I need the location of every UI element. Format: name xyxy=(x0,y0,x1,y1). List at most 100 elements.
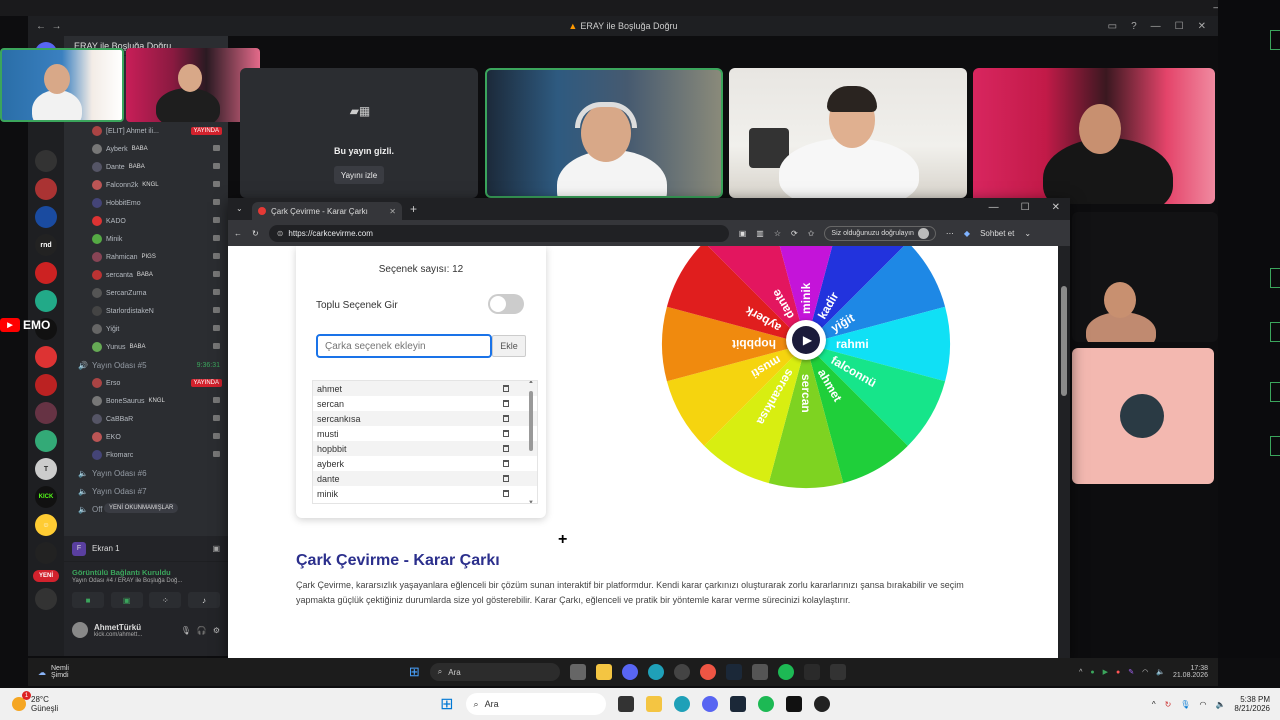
maximize-icon[interactable]: ☐ xyxy=(1175,21,1184,32)
voice-member[interactable]: HobbitEmo xyxy=(64,194,228,212)
voice-member[interactable]: StarlordistakeN xyxy=(64,302,228,320)
activity-button[interactable]: ⁘ xyxy=(149,592,182,608)
trash-icon[interactable] xyxy=(503,400,509,407)
voice-member[interactable]: Yunus BABA xyxy=(64,338,228,356)
scroll-down-icon[interactable]: ▼ xyxy=(528,500,534,503)
tray-overflow-icon[interactable]: ^ xyxy=(1079,669,1082,676)
voice-member[interactable]: Falconn2k KNGL xyxy=(64,176,228,194)
bulk-entry-toggle[interactable] xyxy=(488,294,524,314)
hidden-stream-tile[interactable]: ▰▦ Bu yayın gizli. Yayını izle xyxy=(240,68,478,198)
wheel-svg[interactable]: kadiryiğitrahmifalconnüahmetsercansercan… xyxy=(658,246,958,492)
app-icon[interactable] xyxy=(673,664,690,680)
favorites-icon[interactable]: ✩ xyxy=(808,229,815,238)
file-explorer-icon[interactable] xyxy=(645,696,662,712)
voice-channel-7[interactable]: 🔈 Yayın Odası #7 xyxy=(64,482,228,500)
tray-overflow-icon[interactable]: ^ xyxy=(1152,700,1156,709)
tray-icon[interactable]: ▶ xyxy=(1103,668,1108,676)
help-icon[interactable]: ? xyxy=(1131,21,1137,32)
decision-wheel[interactable]: kadir yiğit rahmi falconnü ahmet sercan sercan… xyxy=(658,246,958,492)
minimize-icon[interactable]: — xyxy=(1151,21,1161,32)
trash-icon[interactable] xyxy=(503,460,509,467)
server-icon[interactable] xyxy=(35,178,57,200)
steam-icon[interactable] xyxy=(729,696,746,712)
volume-icon[interactable]: 🔈 xyxy=(1156,668,1165,676)
voice-member[interactable]: [ELIT] Ahmet ili... YAYINDA xyxy=(64,122,228,140)
verify-identity-button[interactable]: Siz olduğunuzu doğrulayın xyxy=(824,225,936,241)
add-button[interactable]: Ekle xyxy=(492,335,526,357)
clock-date[interactable]: 21.08.2026 xyxy=(1173,672,1208,679)
voice-member[interactable]: sercanta BABA xyxy=(64,266,228,284)
trash-icon[interactable] xyxy=(503,430,509,437)
app-icon[interactable] xyxy=(751,664,768,680)
server-icon-kick[interactable]: KICK xyxy=(35,486,57,508)
taskbar-search[interactable]: ⌕ Ara xyxy=(429,663,560,681)
trash-icon[interactable] xyxy=(503,385,509,392)
app-icon[interactable] xyxy=(813,696,830,712)
voice-member[interactable]: EKO xyxy=(64,428,228,446)
chrome-icon[interactable] xyxy=(699,664,716,680)
tab-search-icon[interactable]: ⌄ xyxy=(236,204,243,213)
clock-date[interactable]: 8/21/2026 xyxy=(1234,704,1270,713)
inbox-icon[interactable]: ▭ xyxy=(1108,21,1117,32)
new-tab-icon[interactable]: + xyxy=(410,202,417,216)
discord-icon[interactable] xyxy=(701,696,718,712)
copilot-icon[interactable]: ◆ xyxy=(964,229,970,238)
server-icon[interactable]: ☺ xyxy=(35,514,57,536)
chat-label[interactable]: Sohbet et xyxy=(980,229,1014,238)
scroll-thumb[interactable] xyxy=(529,391,533,451)
camera-button[interactable]: ■ xyxy=(72,592,104,608)
windows-start-icon[interactable]: ⊞ xyxy=(409,664,420,680)
clock-time[interactable]: 5:38 PM xyxy=(1240,695,1270,704)
back-forward-icons[interactable]: ← → xyxy=(36,21,62,32)
clock-time[interactable]: 17:38 xyxy=(1190,665,1208,672)
server-icon[interactable] xyxy=(35,150,57,172)
scroll-up-icon[interactable]: ▲ xyxy=(528,381,534,385)
server-icon[interactable] xyxy=(35,588,57,610)
mic-icon[interactable]: 🎙 xyxy=(1180,700,1190,709)
url-field[interactable]: ⊜ https://carkcevirme.com xyxy=(268,224,729,242)
option-list-scrollbar[interactable]: ▲ ▼ xyxy=(527,381,535,503)
page-scroll-thumb[interactable] xyxy=(1061,286,1067,396)
spotify-icon[interactable] xyxy=(777,664,794,680)
windows-start-icon[interactable]: ⊞ xyxy=(440,694,453,714)
voice-member[interactable]: KADO xyxy=(64,212,228,230)
minimize-icon[interactable]: — xyxy=(989,202,999,213)
voice-member[interactable]: Fkomarc xyxy=(64,446,228,464)
voice-member[interactable]: BoneSaurus KNGL xyxy=(64,392,228,410)
screen-share-button[interactable]: ▣ xyxy=(110,592,143,608)
soundboard-button[interactable]: ♪ xyxy=(187,592,220,608)
voice-channel-6[interactable]: 🔈 Yayın Odası #6 xyxy=(64,464,228,482)
extension-icon[interactable]: ⟳ xyxy=(791,229,798,238)
voice-channel-5[interactable]: 🔊 Yayın Odası #5 9:36:31 xyxy=(64,356,228,374)
spotify-icon[interactable] xyxy=(757,696,774,712)
app-icon[interactable] xyxy=(803,664,820,680)
voice-member[interactable]: CaBBaR xyxy=(64,410,228,428)
split-icon[interactable]: ▥ xyxy=(756,229,764,238)
trash-icon[interactable] xyxy=(503,445,509,452)
task-view-icon[interactable] xyxy=(617,696,634,712)
close-icon[interactable]: ✕ xyxy=(1052,202,1060,213)
unread-pill[interactable]: YENİ OKUNMAMIŞLAR xyxy=(104,503,179,513)
participant-tile[interactable] xyxy=(1072,348,1214,484)
weather-widget[interactable]: 1 28°C Güneşli xyxy=(12,691,58,713)
tray-icon[interactable]: ↻ xyxy=(1165,700,1172,709)
site-info-icon[interactable]: ⊜ xyxy=(277,229,284,238)
server-icon[interactable]: T xyxy=(35,458,57,480)
chevron-down-icon[interactable]: ⌄ xyxy=(1024,229,1031,238)
steam-icon[interactable] xyxy=(725,664,742,680)
volume-icon[interactable]: 🔈 xyxy=(1215,700,1225,709)
close-icon[interactable]: ✕ xyxy=(1198,21,1206,32)
app-icon[interactable] xyxy=(829,664,846,680)
server-icon[interactable] xyxy=(35,290,57,312)
screen-share-icon[interactable]: ▣ xyxy=(212,544,220,553)
wifi-icon[interactable]: ◠ xyxy=(1142,668,1148,676)
weather-widget[interactable]: ☁ Nemli Şimdi xyxy=(38,665,69,679)
server-icon[interactable] xyxy=(35,430,57,452)
tray-icon[interactable]: ● xyxy=(1090,669,1094,676)
reload-icon[interactable]: ↻ xyxy=(252,229,259,238)
server-icon[interactable] xyxy=(35,206,57,228)
taskbar-search[interactable]: ⌕ Ara xyxy=(465,693,606,715)
stream-tile-3[interactable] xyxy=(729,68,967,198)
app-icon[interactable] xyxy=(785,696,802,712)
voice-member[interactable]: Minik xyxy=(64,230,228,248)
